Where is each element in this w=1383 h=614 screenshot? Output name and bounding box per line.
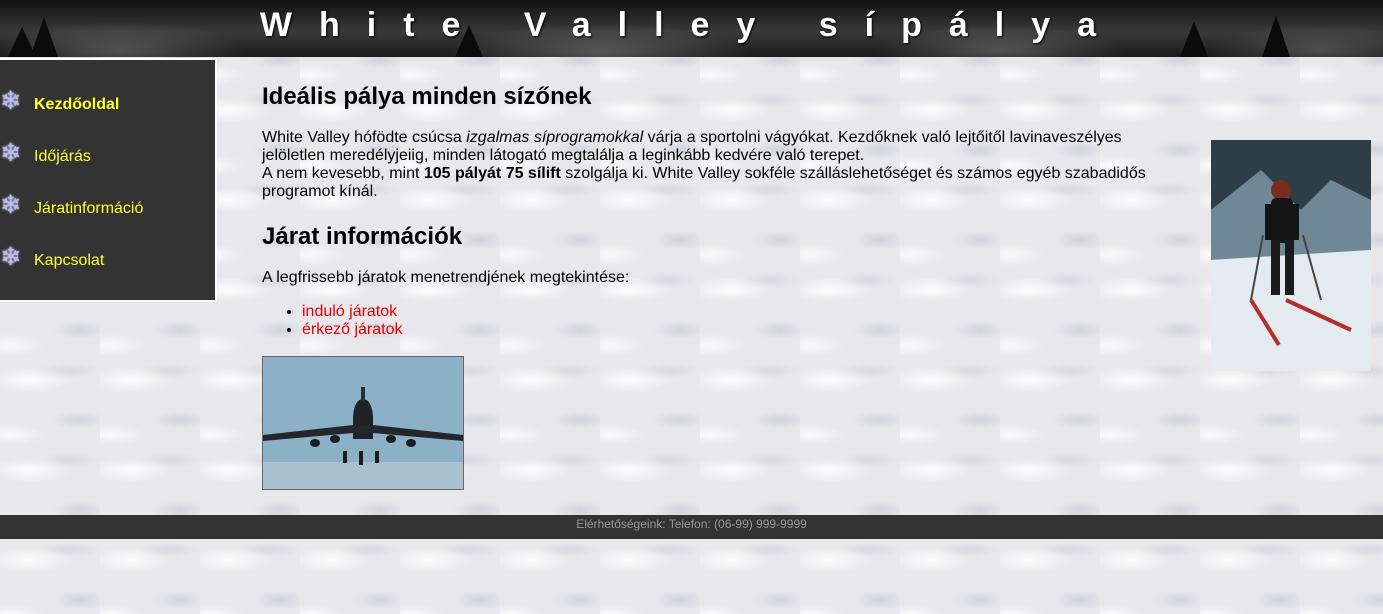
sidebar-item-label[interactable]: Kezdőoldal bbox=[34, 96, 119, 114]
intro-paragraph: White Valley hófödte csúcsa izgalmas síp… bbox=[262, 129, 1162, 201]
sidebar-item-label[interactable]: Időjárás bbox=[34, 148, 91, 166]
arrivals-link[interactable]: érkező járatok bbox=[302, 321, 403, 338]
intro-emphasis: izgalmas síprogramokkal bbox=[466, 129, 644, 146]
sidebar-item-label[interactable]: Járatinformáció bbox=[34, 200, 143, 218]
skier-icon bbox=[1211, 140, 1371, 371]
sidebar-item-jaratinformacio[interactable]: ❄ Járatinformáció bbox=[0, 192, 210, 228]
sidebar-item-idojaras[interactable]: ❄ Időjárás bbox=[0, 140, 210, 176]
sidebar-item-kezdooldal[interactable]: ❄ Kezdőoldal bbox=[0, 88, 210, 124]
flights-text: A legfrissebb járatok menetrendjének meg… bbox=[262, 269, 630, 286]
snowflake-icon: ❄ bbox=[0, 190, 21, 219]
site-footer: Elérhetőségeink: Telefon: (06-99) 999-99… bbox=[0, 515, 1383, 539]
sidebar-nav: ❄ Kezdőoldal ❄ Időjárás ❄ Járatinformáci… bbox=[0, 58, 217, 302]
snowflake-icon: ❄ bbox=[0, 86, 21, 115]
site-header: White Valley sípálya bbox=[0, 0, 1383, 57]
flight-links-list: induló járatok érkező járatok bbox=[262, 303, 403, 339]
intro-strong: 105 pályát 75 sílift bbox=[423, 165, 561, 182]
list-item: induló járatok bbox=[302, 303, 403, 321]
footer-contact-text: Elérhetőségeink: Telefon: (06-99) 999-99… bbox=[576, 517, 807, 531]
site-title: White Valley sípálya bbox=[259, 6, 1124, 44]
snowflake-icon: ❄ bbox=[0, 138, 21, 167]
skier-image bbox=[1211, 140, 1371, 371]
intro-text-part: A nem kevesebb, mint bbox=[262, 165, 424, 182]
sidebar-item-kapcsolat[interactable]: ❄ Kapcsolat bbox=[0, 244, 210, 280]
flights-heading: Járat információk bbox=[262, 223, 463, 250]
airplane-icon bbox=[263, 357, 463, 489]
list-item: érkező járatok bbox=[302, 321, 403, 339]
departures-link[interactable]: induló járatok bbox=[302, 303, 397, 320]
intro-text-part: White Valley hófödte csúcsa bbox=[262, 129, 467, 146]
airplane-image bbox=[262, 356, 464, 490]
intro-heading: Ideális pálya minden sízőnek bbox=[262, 83, 592, 110]
sidebar-item-label[interactable]: Kapcsolat bbox=[34, 252, 104, 270]
snowflake-icon: ❄ bbox=[0, 242, 21, 271]
